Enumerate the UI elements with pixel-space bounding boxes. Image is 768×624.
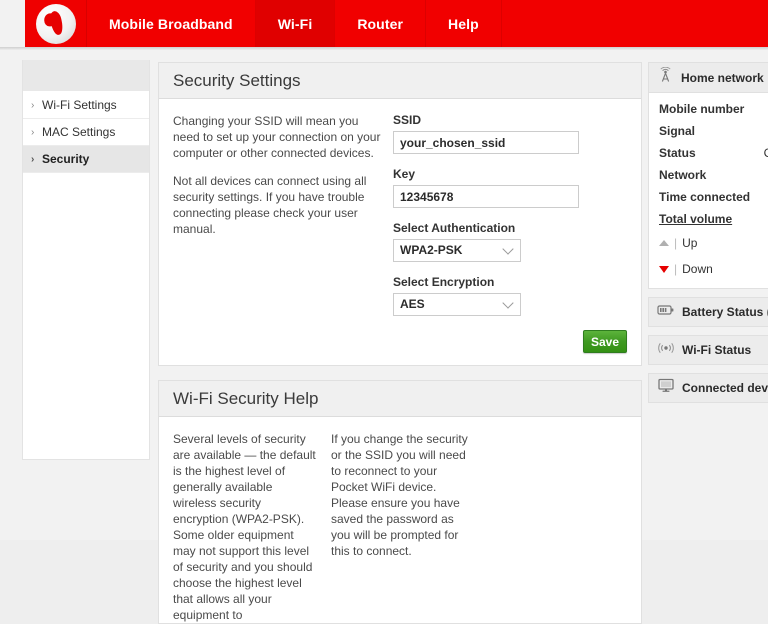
vodafone-logo-icon xyxy=(36,4,76,44)
wifi-status-panel[interactable]: Wi-Fi Status xyxy=(648,335,768,365)
wifi-status-title: Wi-Fi Status xyxy=(682,343,751,357)
row-label: Network xyxy=(659,168,706,182)
monitor-icon xyxy=(657,378,675,398)
wifi-security-help-panel: Wi-Fi Security Help Several levels of se… xyxy=(158,380,642,624)
vodafone-logo-cell[interactable] xyxy=(25,0,87,47)
status-row-down: | Down xyxy=(649,256,768,282)
key-input[interactable] xyxy=(393,185,579,208)
authentication-select[interactable]: WPA2-PSK xyxy=(393,239,521,262)
total-volume-label: Total volume xyxy=(659,212,732,226)
up-label: Up xyxy=(682,236,697,250)
sidebar-item-label: Security xyxy=(42,152,89,166)
sidebar-item-mac-settings[interactable]: › MAC Settings xyxy=(23,119,149,146)
battery-status-title: Battery Status (100 xyxy=(682,305,768,319)
wifi-security-help-body: Several levels of security are available… xyxy=(159,417,641,623)
sidebar-item-label: MAC Settings xyxy=(42,125,115,139)
status-row-time-connected: Time connected xyxy=(649,186,768,208)
status-row-signal: Signal xyxy=(649,120,768,142)
battery-status-panel[interactable]: Battery Status (100 xyxy=(648,297,768,327)
left-gutter xyxy=(0,50,22,540)
top-navigation-bar: Mobile Broadband Wi-Fi Router Help xyxy=(0,0,768,47)
topbar-filler xyxy=(502,0,768,47)
home-network-body: Mobile number Signal Status Co Network T… xyxy=(649,93,768,288)
chevron-right-icon: › xyxy=(31,92,34,119)
left-sidebar: › Wi-Fi Settings › MAC Settings › Securi… xyxy=(22,60,150,460)
nav-item-help[interactable]: Help xyxy=(426,0,502,47)
key-label: Key xyxy=(393,167,593,181)
home-network-panel: Home network Mobile number Signal Status… xyxy=(648,62,768,289)
chevron-right-icon: › xyxy=(31,119,34,146)
page-body: › Wi-Fi Settings › MAC Settings › Securi… xyxy=(0,50,768,540)
nav-item-router[interactable]: Router xyxy=(335,0,426,47)
security-paragraph-2: Not all devices can connect using all se… xyxy=(173,173,381,237)
wifi-signal-icon xyxy=(657,341,675,360)
connected-devices-title: Connected devices xyxy=(682,381,768,395)
encryption-selected-value: AES xyxy=(400,294,425,315)
row-value: Co xyxy=(764,146,768,160)
sidebar-item-label: Wi-Fi Settings xyxy=(42,98,117,112)
security-settings-header: Security Settings xyxy=(159,63,641,99)
chevron-down-icon xyxy=(504,245,513,254)
broadcast-tower-icon xyxy=(657,67,674,89)
separator: | xyxy=(674,262,677,276)
separator: | xyxy=(674,236,677,250)
sidebar-header-strip xyxy=(23,60,149,92)
sidebar-item-wifi-settings[interactable]: › Wi-Fi Settings xyxy=(23,92,149,119)
row-label: Status xyxy=(659,146,696,160)
help-column-two: If you change the security or the SSID y… xyxy=(331,431,489,623)
status-row-total-volume[interactable]: Total volume xyxy=(649,208,768,230)
right-sidebar: Home network Mobile number Signal Status… xyxy=(648,62,768,411)
status-row-status: Status Co xyxy=(649,142,768,164)
encryption-select[interactable]: AES xyxy=(393,293,521,316)
triangle-down-icon xyxy=(659,266,669,273)
home-network-header[interactable]: Home network xyxy=(649,63,768,93)
wifi-security-help-header: Wi-Fi Security Help xyxy=(159,381,641,417)
home-network-title: Home network xyxy=(681,71,764,85)
connected-devices-panel[interactable]: Connected devices xyxy=(648,373,768,403)
ssid-label: SSID xyxy=(393,113,593,127)
page-title: Security Settings xyxy=(173,71,301,91)
status-row-network: Network xyxy=(649,164,768,186)
security-settings-body: Changing your SSID will mean you need to… xyxy=(159,99,641,330)
help-column-one: Several levels of security are available… xyxy=(173,431,331,623)
help-text-one: Several levels of security are available… xyxy=(173,431,317,623)
row-label: Time connected xyxy=(659,190,750,204)
authentication-selected-value: WPA2-PSK xyxy=(400,240,462,261)
authentication-label: Select Authentication xyxy=(393,221,593,235)
status-row-up: | Up xyxy=(649,230,768,256)
status-row-mobile-number: Mobile number xyxy=(649,98,768,120)
security-paragraph-1: Changing your SSID will mean you need to… xyxy=(173,113,381,161)
topbar-left-edge xyxy=(0,0,25,47)
save-button[interactable]: Save xyxy=(583,330,627,353)
help-title: Wi-Fi Security Help xyxy=(173,389,318,409)
encryption-label: Select Encryption xyxy=(393,275,593,289)
save-button-row: Save xyxy=(159,330,641,365)
nav-item-mobile-broadband[interactable]: Mobile Broadband xyxy=(87,0,256,47)
row-label: Mobile number xyxy=(659,102,744,116)
security-form: SSID Key Select Authentication WPA2-PSK … xyxy=(393,113,593,316)
ssid-input[interactable] xyxy=(393,131,579,154)
row-label: Signal xyxy=(659,124,695,138)
chevron-right-icon: › xyxy=(31,146,34,173)
main-nav: Mobile Broadband Wi-Fi Router Help xyxy=(87,0,502,47)
security-settings-panel: Security Settings Changing your SSID wil… xyxy=(158,62,642,366)
battery-icon xyxy=(657,303,675,322)
chevron-down-icon xyxy=(504,299,513,308)
nav-item-wifi[interactable]: Wi-Fi xyxy=(256,0,336,47)
down-label: Down xyxy=(682,262,713,276)
sidebar-item-security[interactable]: › Security xyxy=(23,146,149,173)
triangle-up-icon xyxy=(659,240,669,246)
security-info-text: Changing your SSID will mean you need to… xyxy=(173,113,393,316)
